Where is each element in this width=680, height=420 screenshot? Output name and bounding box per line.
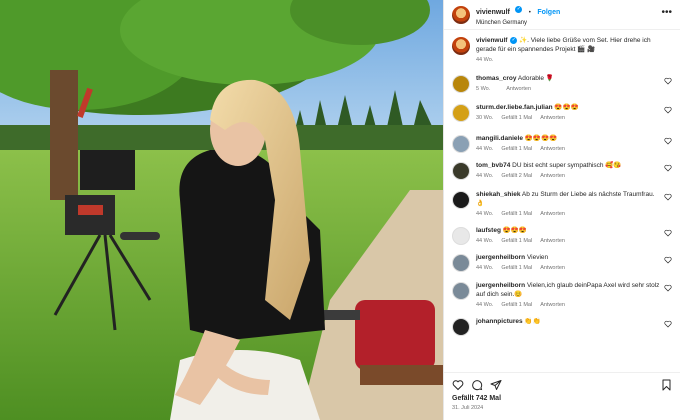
comment-time: 44 Wo. [476,265,494,271]
comment-like-heart-icon[interactable] [664,137,672,145]
comment-likes[interactable]: Gefällt 1 Mal [501,238,532,244]
caption-avatar[interactable] [452,37,470,55]
comment-item: juergenheilborn Vievien 44 Wo. Gefällt 1 M… [452,253,672,272]
commenter-avatar[interactable] [452,104,470,122]
comment-username[interactable]: mangili.daniele [476,135,523,142]
comment-username[interactable]: sturm.der.liebe.fan.julian [476,104,553,111]
more-options-icon[interactable]: ••• [661,8,672,18]
comment-text: Vievien [526,254,549,261]
comment-time: 30 Wo. [476,115,494,121]
author-avatar[interactable] [452,5,470,24]
comments-list[interactable]: vivienwulf ✓ ✨. Viele liebe Grüße vom Se… [444,36,680,370]
verified-icon: ✓ [515,6,523,14]
caption: vivienwulf ✓ ✨. Viele liebe Grüße vom Se… [452,36,672,64]
post-header: vivienwulf ✓ • Folgen München Germany ••… [444,0,680,30]
comment-likes[interactable]: Gefällt 1 Mal [501,265,532,271]
reply-button[interactable]: Antworten [540,211,565,217]
comment-text: DU bist echt super sympathisch 🥰😘 [512,162,622,169]
comment-like-heart-icon[interactable] [664,106,672,114]
commenter-avatar[interactable] [452,135,470,153]
comment-item: juergenheilborn Vielen,ich glaub deinPap… [452,281,672,309]
comment-likes[interactable]: Gefällt 1 Mal [501,146,532,152]
comment-item: shiekah_shiek Ab zu Sturm der Liebe als … [452,190,672,218]
commenter-avatar[interactable] [452,282,470,300]
comment-item: johannpictures 👏👏Antworten [452,317,672,336]
reply-button[interactable]: Antworten [540,238,565,244]
post-location[interactable]: München Germany [476,19,560,28]
comment-time: 44 Wo. [476,173,494,179]
commenter-avatar[interactable] [452,191,470,209]
save-bookmark-icon[interactable] [661,379,672,391]
commenter-avatar[interactable] [452,162,470,180]
comment-likes[interactable]: Gefällt 1 Mal [501,302,532,308]
comment-text: 😍😍😍😍 [524,135,558,142]
reply-button[interactable]: Antworten [540,115,565,121]
comment-item: mangili.daniele 😍😍😍😍 44 Wo. Gefällt 1 Mal A… [452,134,672,153]
follow-button[interactable]: Folgen [537,9,560,16]
reply-button[interactable]: Antworten [540,173,565,179]
comment-time: 44 Wo. [476,238,494,244]
commenter-avatar[interactable] [452,254,470,272]
comment-text: 😍😍😍 [554,104,579,111]
caption-username[interactable]: vivienwulf [476,37,507,44]
author-username[interactable]: vivienwulf [476,9,510,16]
comment-time: 44 Wo. [476,211,494,217]
comment-time: 44 Wo. [476,302,494,308]
post-actions: Gefällt 742 Mal 31. Juli 2024 [444,372,680,420]
comment-like-heart-icon[interactable] [664,284,672,292]
commenter-avatar[interactable] [452,227,470,245]
separator-dot: • [528,10,531,16]
reply-button[interactable]: Antworten [540,265,565,271]
comment-like-heart-icon[interactable] [664,77,672,85]
comment-likes[interactable]: Gefällt 1 Mal [501,211,532,217]
comment-username[interactable]: thomas_croy [476,75,516,82]
comment-time: 5 Wo. [476,86,491,92]
comment-item: thomas_croy Adorable 🌹 5 Wo. Antworten [452,74,672,93]
comment-item: laufsteg 😍😍😍 44 Wo. Gefällt 1 Mal Antworten [452,226,672,245]
comment-likes[interactable]: Gefällt 1 Mal [501,115,532,121]
comment-icon[interactable] [471,379,483,391]
comment-text: Adorable 🌹 [517,75,554,82]
commenter-avatar[interactable] [452,75,470,93]
comment-username[interactable]: juergenheilborn [476,254,525,261]
comment-username[interactable]: juergenheilborn [476,282,525,289]
caption-time: 44 Wo. [476,57,494,63]
comment-like-heart-icon[interactable] [664,164,672,172]
reply-button[interactable]: Antworten [506,86,531,92]
author-info: vivienwulf ✓ • Folgen München Germany [476,1,560,28]
comment-like-heart-icon[interactable] [664,193,672,201]
sparkle-icon: ✨ [519,37,528,44]
post-photo [0,0,443,420]
reply-button[interactable]: Antworten [540,146,565,152]
post-date: 31. Juli 2024 [452,405,484,411]
comment-username[interactable]: shiekah_shiek [476,191,520,198]
comment-text: 👏👏 [524,318,541,325]
reply-button[interactable]: Antworten [540,302,565,308]
like-heart-icon[interactable] [452,379,464,391]
comment-like-heart-icon[interactable] [664,320,672,328]
comment-item: tom_bvb74 DU bist echt super sympathisch… [452,161,672,180]
post-side-panel: vivienwulf ✓ • Folgen München Germany ••… [443,0,680,420]
comment-text: 😍😍😍 [502,227,528,234]
comment-like-heart-icon[interactable] [664,256,672,264]
post-image [0,0,443,420]
comment-like-heart-icon[interactable] [664,229,672,237]
likes-count[interactable]: Gefällt 742 Mal [452,395,672,402]
verified-icon: ✓ [510,36,518,44]
comment-username[interactable]: tom_bvb74 [476,162,510,169]
commenter-avatar[interactable] [452,318,470,336]
comment-username[interactable]: johannpictures [476,318,523,325]
comment-username[interactable]: laufsteg [476,227,501,234]
comment-time: 44 Wo. [476,146,494,152]
comment-likes[interactable]: Gefällt 2 Mal [501,173,532,179]
comment-item: sturm.der.liebe.fan.julian 😍😍😍 30 Wo. Gefä… [452,103,672,122]
share-icon[interactable] [490,379,502,391]
